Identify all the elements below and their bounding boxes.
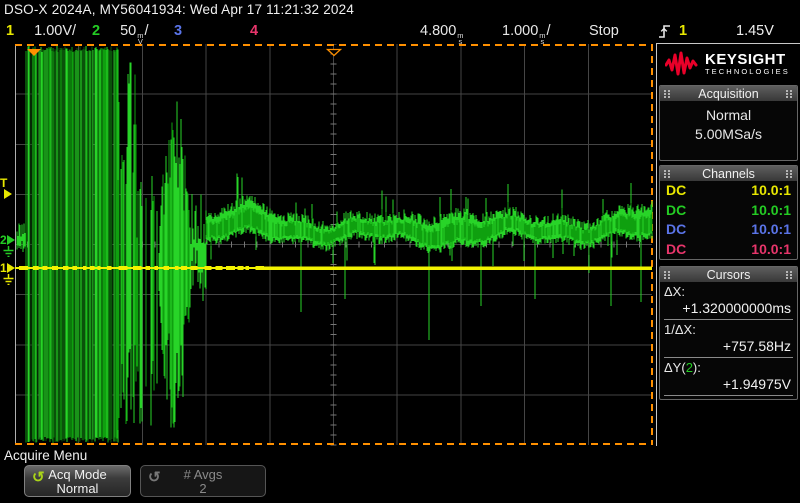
cycle-arrow-icon: ↺ <box>32 468 45 486</box>
acquisition-panel: Acquisition Normal 5.00MSa/s <box>659 85 798 161</box>
ground-icon <box>2 246 15 257</box>
channel4-status[interactable]: 4 <box>250 20 258 44</box>
logo-sub-text: TECHNOLOGIES <box>705 67 790 76</box>
timebase-readout[interactable]: 1.000ms/ <box>502 20 551 44</box>
menu-title: Acquire Menu <box>4 448 87 463</box>
channel2-ground-marker[interactable]: 2 <box>0 234 15 257</box>
cycle-arrow-icon: ↺ <box>148 468 161 486</box>
channel1-status[interactable]: 1 1.00V/ <box>6 20 76 44</box>
channels-panel-header[interactable]: Channels <box>660 166 797 181</box>
channel2-row[interactable]: DC 10.0:1 <box>660 201 797 221</box>
coupling-label: DC <box>666 181 686 201</box>
delta-y-label: ΔY(2): <box>664 360 793 376</box>
sample-rate: 5.00MSa/s <box>660 126 797 142</box>
run-state-indicator: Stop <box>589 20 619 44</box>
keysight-wave-icon <box>665 51 699 77</box>
separator <box>664 319 793 320</box>
channel3-row[interactable]: DC 10.0:1 <box>660 220 797 240</box>
waveform-plot <box>15 44 653 446</box>
delay-readout[interactable]: 4.800ms <box>420 20 465 44</box>
channel2-scale[interactable]: 50mV/ <box>120 23 148 39</box>
titlebar: DSO-X 2024A, MY56041934: Wed Apr 17 11:2… <box>0 0 800 20</box>
trigger-level: 1.45V <box>736 20 774 43</box>
separator <box>664 395 793 396</box>
drag-grip-icon[interactable] <box>664 170 671 178</box>
acquisition-mode: Normal <box>660 101 797 123</box>
info-sidebar: KEYSIGHT TECHNOLOGIES Acquisition Normal… <box>656 43 800 446</box>
channel1-arrow-icon <box>7 263 15 273</box>
channel3-status[interactable]: 3 <box>174 20 182 44</box>
trigger-status[interactable]: 1 1.45V <box>652 20 800 44</box>
inverse-delta-x-value: +757.58Hz <box>664 338 793 355</box>
status-bar: 1 1.00V/ 2 50mV/ 3 4 4.800ms 1.000ms/ St… <box>0 20 800 44</box>
delta-y-value: +1.94975V <box>664 376 793 393</box>
drag-grip-icon[interactable] <box>664 271 671 279</box>
drag-grip-icon[interactable] <box>664 90 671 98</box>
channel1-number[interactable]: 1 <box>6 23 14 39</box>
cursors-panel: Cursors ΔX: +1.320000000ms 1/ΔX: +757.58… <box>659 266 798 400</box>
channel1-scale[interactable]: 1.00V/ <box>34 23 76 39</box>
oscilloscope-screen: DSO-X 2024A, MY56041934: Wed Apr 17 11:2… <box>0 0 800 503</box>
channel1-ground-marker[interactable]: 1 <box>0 262 15 285</box>
separator <box>664 357 793 358</box>
softkey-menu: Acquire Menu ↺ Acq Mode Normal ↺ # Avgs … <box>0 446 800 503</box>
channels-panel: Channels DC 10.0:1 DC 10.0:1 DC 10.0:1 D… <box>659 165 798 260</box>
coupling-label: DC <box>666 220 686 240</box>
softkey-acq-mode[interactable]: ↺ Acq Mode Normal <box>24 465 131 497</box>
ground-icon <box>2 274 15 285</box>
waveform-display: T 2 1 <box>0 44 655 446</box>
coupling-label: DC <box>666 201 686 221</box>
softkey-num-avgs[interactable]: ↺ # Avgs 2 <box>140 465 266 497</box>
trigger-level-arrow-icon <box>4 189 12 199</box>
instrument-id-text: DSO-X 2024A, MY56041934: Wed Apr 17 11:2… <box>4 2 354 17</box>
probe-ratio: 10.0:1 <box>751 181 791 201</box>
delta-x-label: ΔX: <box>664 284 793 300</box>
logo-brand-text: KEYSIGHT <box>705 52 790 67</box>
channel2-number[interactable]: 2 <box>92 23 100 39</box>
edge-trigger-icon <box>658 23 672 45</box>
channels-title: Channels <box>702 167 755 181</box>
drag-grip-icon[interactable] <box>786 170 793 178</box>
probe-ratio: 10.0:1 <box>751 220 791 240</box>
delta-y-channel: 2 <box>686 360 693 375</box>
cursors-panel-header[interactable]: Cursors <box>660 267 797 282</box>
acquisition-title: Acquisition <box>698 87 758 101</box>
acquisition-panel-header[interactable]: Acquisition <box>660 86 797 101</box>
coupling-label: DC <box>666 240 686 260</box>
trigger-position-marker[interactable] <box>26 44 42 62</box>
channel2-status[interactable]: 2 50mV/ <box>92 20 149 44</box>
cursors-title: Cursors <box>707 268 751 282</box>
time-reference-marker <box>326 44 342 62</box>
trigger-source: 1 <box>679 20 687 43</box>
delta-x-value: +1.320000000ms <box>664 300 793 317</box>
probe-ratio: 10.0:1 <box>751 201 791 221</box>
probe-ratio: 10.0:1 <box>751 240 791 260</box>
inverse-delta-x-label: 1/ΔX: <box>664 322 793 338</box>
drag-grip-icon[interactable] <box>786 271 793 279</box>
channel1-row[interactable]: DC 10.0:1 <box>660 181 797 201</box>
keysight-logo: KEYSIGHT TECHNOLOGIES <box>657 44 800 83</box>
trigger-level-marker[interactable]: T <box>0 177 12 199</box>
channel4-row[interactable]: DC 10.0:1 <box>660 240 797 260</box>
drag-grip-icon[interactable] <box>786 90 793 98</box>
channel2-arrow-icon <box>7 235 15 245</box>
